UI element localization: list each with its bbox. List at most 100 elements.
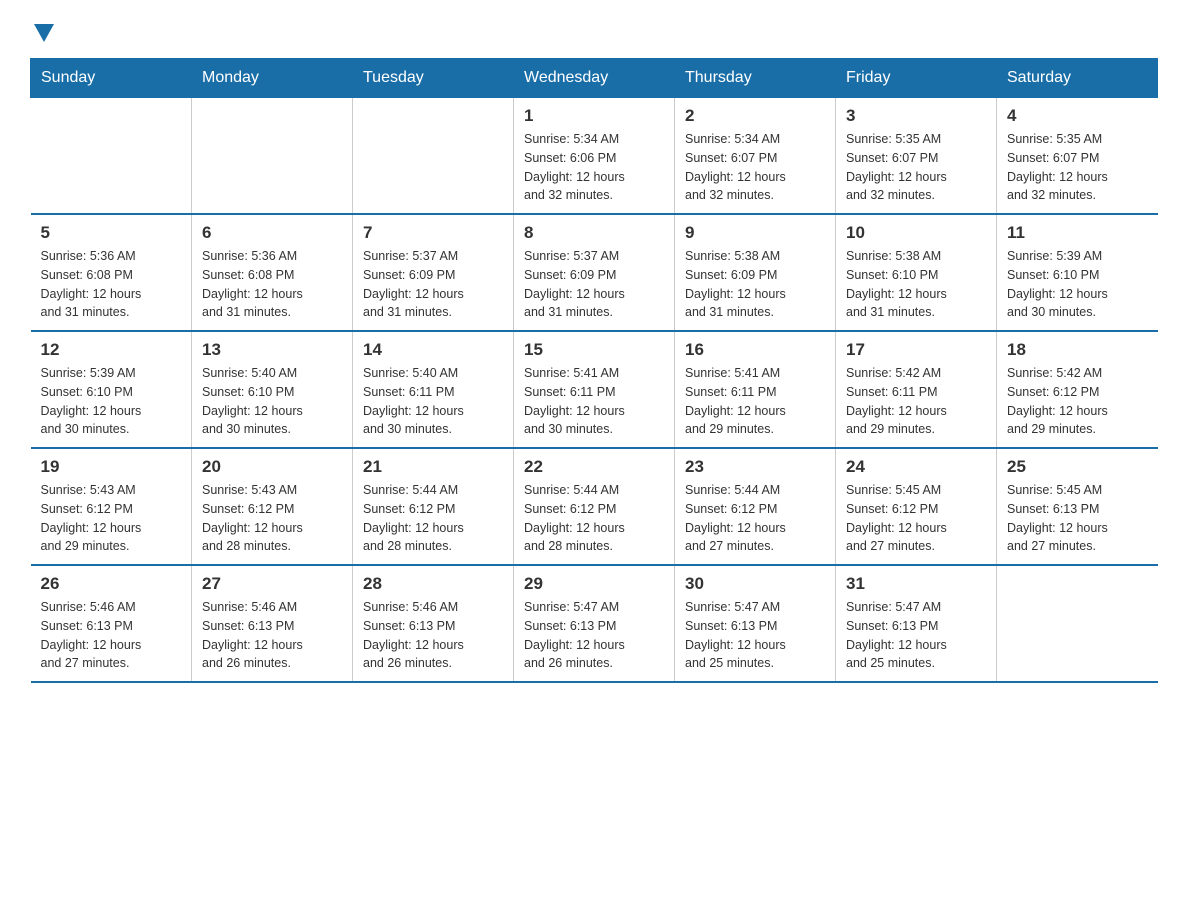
calendar-cell: 22 Sunrise: 5:44 AM Sunset: 6:12 PM Dayli…: [514, 448, 675, 565]
day-number: 7: [363, 223, 503, 243]
day-number: 11: [1007, 223, 1148, 243]
day-number: 22: [524, 457, 664, 477]
day-number: 1: [524, 106, 664, 126]
day-number: 18: [1007, 340, 1148, 360]
day-info: Sunrise: 5:34 AM Sunset: 6:07 PM Dayligh…: [685, 130, 825, 205]
day-info: Sunrise: 5:46 AM Sunset: 6:13 PM Dayligh…: [41, 598, 182, 673]
day-info: Sunrise: 5:47 AM Sunset: 6:13 PM Dayligh…: [524, 598, 664, 673]
calendar-week-row: 5 Sunrise: 5:36 AM Sunset: 6:08 PM Daylig…: [31, 214, 1158, 331]
day-info: Sunrise: 5:46 AM Sunset: 6:13 PM Dayligh…: [202, 598, 342, 673]
day-info: Sunrise: 5:37 AM Sunset: 6:09 PM Dayligh…: [363, 247, 503, 322]
calendar-week-row: 12Sunrise: 5:39 AM Sunset: 6:10 PM Dayli…: [31, 331, 1158, 448]
calendar-cell: 4 Sunrise: 5:35 AM Sunset: 6:07 PM Daylig…: [997, 98, 1158, 215]
day-number: 13: [202, 340, 342, 360]
day-info: Sunrise: 5:40 AM Sunset: 6:10 PM Dayligh…: [202, 364, 342, 439]
day-info: Sunrise: 5:44 AM Sunset: 6:12 PM Dayligh…: [363, 481, 503, 556]
day-info: Sunrise: 5:43 AM Sunset: 6:12 PM Dayligh…: [202, 481, 342, 556]
day-number: 25: [1007, 457, 1148, 477]
logo-triangle-icon: [34, 24, 54, 42]
day-of-week-header: Thursday: [675, 59, 836, 98]
day-info: Sunrise: 5:38 AM Sunset: 6:09 PM Dayligh…: [685, 247, 825, 322]
day-info: Sunrise: 5:43 AM Sunset: 6:12 PM Dayligh…: [41, 481, 182, 556]
calendar-cell: 13 Sunrise: 5:40 AM Sunset: 6:10 PM Dayli…: [192, 331, 353, 448]
calendar-cell: [997, 565, 1158, 682]
day-info: Sunrise: 5:41 AM Sunset: 6:11 PM Dayligh…: [524, 364, 664, 439]
day-number: 17: [846, 340, 986, 360]
day-number: 10: [846, 223, 986, 243]
day-number: 20: [202, 457, 342, 477]
day-number: 9: [685, 223, 825, 243]
day-info: Sunrise: 5:35 AM Sunset: 6:07 PM Dayligh…: [1007, 130, 1148, 205]
calendar-cell: 17 Sunrise: 5:42 AM Sunset: 6:11 PM Dayli…: [836, 331, 997, 448]
day-number: 5: [41, 223, 182, 243]
day-number: 16: [685, 340, 825, 360]
calendar-cell: 14Sunrise: 5:40 AM Sunset: 6:11 PM Dayli…: [353, 331, 514, 448]
calendar-week-row: 26 Sunrise: 5:46 AM Sunset: 6:13 PM Dayli…: [31, 565, 1158, 682]
day-of-week-header: Tuesday: [353, 59, 514, 98]
day-info: Sunrise: 5:38 AM Sunset: 6:10 PM Dayligh…: [846, 247, 986, 322]
calendar-cell: [31, 98, 192, 215]
logo: [30, 20, 54, 38]
day-of-week-header: Saturday: [997, 59, 1158, 98]
calendar-cell: 2 Sunrise: 5:34 AM Sunset: 6:07 PM Daylig…: [675, 98, 836, 215]
day-info: Sunrise: 5:34 AM Sunset: 6:06 PM Dayligh…: [524, 130, 664, 205]
calendar-cell: 30 Sunrise: 5:47 AM Sunset: 6:13 PM Dayli…: [675, 565, 836, 682]
day-info: Sunrise: 5:36 AM Sunset: 6:08 PM Dayligh…: [202, 247, 342, 322]
calendar-cell: 6 Sunrise: 5:36 AM Sunset: 6:08 PM Daylig…: [192, 214, 353, 331]
calendar-cell: 16 Sunrise: 5:41 AM Sunset: 6:11 PM Dayli…: [675, 331, 836, 448]
day-info: Sunrise: 5:45 AM Sunset: 6:12 PM Dayligh…: [846, 481, 986, 556]
calendar-cell: [353, 98, 514, 215]
day-info: Sunrise: 5:45 AM Sunset: 6:13 PM Dayligh…: [1007, 481, 1148, 556]
day-number: 26: [41, 574, 182, 594]
day-info: Sunrise: 5:39 AM Sunset: 6:10 PM Dayligh…: [41, 364, 182, 439]
day-number: 28: [363, 574, 503, 594]
day-of-week-header: Sunday: [31, 59, 192, 98]
calendar-cell: 20 Sunrise: 5:43 AM Sunset: 6:12 PM Dayli…: [192, 448, 353, 565]
day-number: 3: [846, 106, 986, 126]
day-number: 8: [524, 223, 664, 243]
day-info: Sunrise: 5:35 AM Sunset: 6:07 PM Dayligh…: [846, 130, 986, 205]
calendar-cell: 23Sunrise: 5:44 AM Sunset: 6:12 PM Dayli…: [675, 448, 836, 565]
calendar-cell: 19 Sunrise: 5:43 AM Sunset: 6:12 PM Dayli…: [31, 448, 192, 565]
day-info: Sunrise: 5:47 AM Sunset: 6:13 PM Dayligh…: [846, 598, 986, 673]
calendar-week-row: 1 Sunrise: 5:34 AM Sunset: 6:06 PM Daylig…: [31, 98, 1158, 215]
day-number: 6: [202, 223, 342, 243]
day-number: 31: [846, 574, 986, 594]
day-info: Sunrise: 5:46 AM Sunset: 6:13 PM Dayligh…: [363, 598, 503, 673]
calendar-cell: 25 Sunrise: 5:45 AM Sunset: 6:13 PM Dayli…: [997, 448, 1158, 565]
calendar-cell: 9 Sunrise: 5:38 AM Sunset: 6:09 PM Daylig…: [675, 214, 836, 331]
calendar-cell: 15 Sunrise: 5:41 AM Sunset: 6:11 PM Dayli…: [514, 331, 675, 448]
calendar-cell: 24Sunrise: 5:45 AM Sunset: 6:12 PM Dayli…: [836, 448, 997, 565]
calendar-cell: 29 Sunrise: 5:47 AM Sunset: 6:13 PM Dayli…: [514, 565, 675, 682]
day-info: Sunrise: 5:44 AM Sunset: 6:12 PM Dayligh…: [524, 481, 664, 556]
day-info: Sunrise: 5:36 AM Sunset: 6:08 PM Dayligh…: [41, 247, 182, 322]
day-info: Sunrise: 5:42 AM Sunset: 6:11 PM Dayligh…: [846, 364, 986, 439]
calendar-table: SundayMondayTuesdayWednesdayThursdayFrid…: [30, 58, 1158, 683]
day-info: Sunrise: 5:37 AM Sunset: 6:09 PM Dayligh…: [524, 247, 664, 322]
day-number: 15: [524, 340, 664, 360]
day-number: 29: [524, 574, 664, 594]
day-number: 2: [685, 106, 825, 126]
day-info: Sunrise: 5:41 AM Sunset: 6:11 PM Dayligh…: [685, 364, 825, 439]
calendar-cell: 18Sunrise: 5:42 AM Sunset: 6:12 PM Dayli…: [997, 331, 1158, 448]
day-info: Sunrise: 5:47 AM Sunset: 6:13 PM Dayligh…: [685, 598, 825, 673]
day-info: Sunrise: 5:39 AM Sunset: 6:10 PM Dayligh…: [1007, 247, 1148, 322]
day-number: 14: [363, 340, 503, 360]
calendar-cell: 31 Sunrise: 5:47 AM Sunset: 6:13 PM Dayli…: [836, 565, 997, 682]
page-header: [30, 20, 1158, 38]
day-number: 19: [41, 457, 182, 477]
calendar-cell: 28 Sunrise: 5:46 AM Sunset: 6:13 PM Dayli…: [353, 565, 514, 682]
calendar-cell: 8 Sunrise: 5:37 AM Sunset: 6:09 PM Daylig…: [514, 214, 675, 331]
calendar-cell: 10 Sunrise: 5:38 AM Sunset: 6:10 PM Dayli…: [836, 214, 997, 331]
day-number: 30: [685, 574, 825, 594]
calendar-cell: [192, 98, 353, 215]
calendar-cell: 1 Sunrise: 5:34 AM Sunset: 6:06 PM Daylig…: [514, 98, 675, 215]
calendar-cell: 12Sunrise: 5:39 AM Sunset: 6:10 PM Dayli…: [31, 331, 192, 448]
calendar-cell: 3 Sunrise: 5:35 AM Sunset: 6:07 PM Daylig…: [836, 98, 997, 215]
day-number: 4: [1007, 106, 1148, 126]
day-of-week-header: Friday: [836, 59, 997, 98]
calendar-cell: 11 Sunrise: 5:39 AM Sunset: 6:10 PM Dayli…: [997, 214, 1158, 331]
day-of-week-header: Monday: [192, 59, 353, 98]
calendar-cell: 7 Sunrise: 5:37 AM Sunset: 6:09 PM Daylig…: [353, 214, 514, 331]
calendar-cell: 26 Sunrise: 5:46 AM Sunset: 6:13 PM Dayli…: [31, 565, 192, 682]
